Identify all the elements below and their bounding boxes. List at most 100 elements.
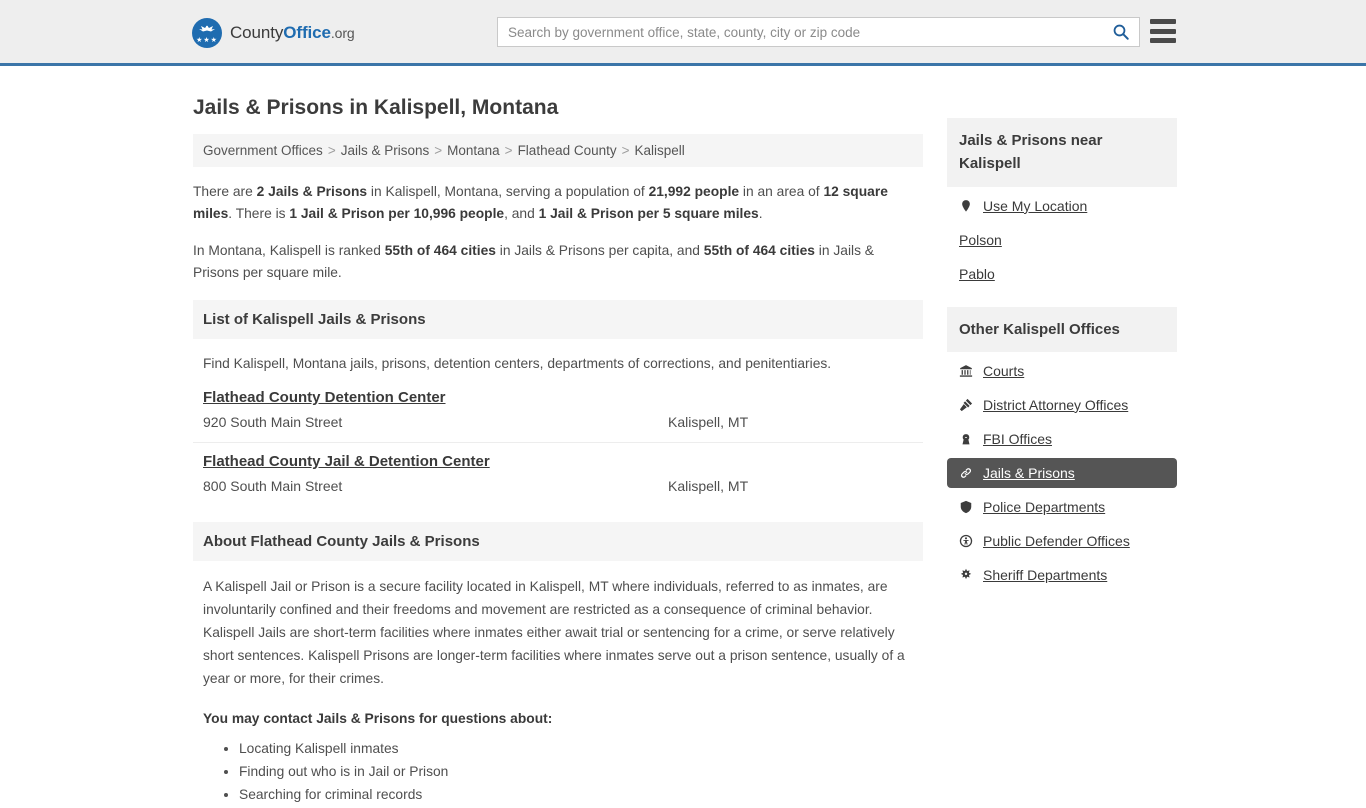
search-button[interactable] [1103,18,1139,46]
sidebar-other-list: Courts District Attorney Offices FBI Offic… [947,356,1177,590]
map-pin-icon [959,199,979,213]
breadcrumb: Government Offices > Jails & Prisons > Monta… [193,134,923,167]
logo-text-part3: .org [330,25,355,41]
sidebar-near-item-label[interactable]: Pablo [959,266,995,282]
sidebar-office-item[interactable]: FBI Offices [947,424,1177,454]
contact-list-item: Searching for criminal records [239,784,913,806]
intro-p1-text: in an area of [739,184,824,199]
search-icon [1113,24,1129,40]
about-section-body: A Kalispell Jail or Prison is a secure f… [193,561,923,807]
content-container: Jails & Prisons in Kalispell, Montana Go… [193,66,1177,808]
page-title: Jails & Prisons in Kalispell, Montana [193,96,559,119]
hamburger-menu-icon[interactable] [1150,19,1176,43]
chain-link-icon [960,467,972,478]
intro-p1-emphasis: 21,992 people [648,184,740,199]
site-logo[interactable]: ★★★ CountyOffice.org [192,18,355,48]
breadcrumb-separator: > [504,143,513,158]
sidebar-office-item-label[interactable]: Sheriff Departments [983,567,1107,583]
intro-p1-text: There are [193,184,257,199]
sidebar-near-item-label[interactable]: Polson [959,232,1002,248]
courthouse-icon [959,364,979,378]
listing-detail-row: 800 South Main Street Kalispell, MT [203,478,913,494]
sidebar-office-item[interactable]: Jails & Prisons [947,457,1177,488]
sidebar-office-item[interactable]: Public Defender Offices [947,526,1177,556]
sidebar-office-item-label[interactable]: District Attorney Offices [983,397,1128,413]
sidebar: Jails & Prisons near Kalispell Use My Lo… [947,84,1177,808]
intro-p2-emphasis: 55th of 464 cities [703,242,815,258]
breadcrumb-item[interactable]: Government Offices [203,143,323,158]
search-input[interactable] [498,18,1103,46]
eagle-seal-icon: ★★★ [192,18,222,48]
about-section-heading: About Flathead County Jails & Prisons [193,521,923,561]
listing-name-link[interactable]: Flathead County Jail & Detention Center [203,453,490,470]
listing-address: 920 South Main Street [203,413,343,430]
sidebar-near-item[interactable]: Polson [947,225,1177,255]
main-column: Jails & Prisons in Kalispell, Montana Go… [193,84,923,808]
breadcrumb-item[interactable]: Jails & Prisons [341,143,430,158]
intro-block: There are 2 Jails & Prisons in Kalispell… [193,181,923,284]
sheriff-star-icon [959,568,979,582]
sidebar-near-item[interactable]: Use My Location [947,191,1177,221]
intro-p1-text: . [758,206,763,222]
gavel-icon [959,398,979,412]
listing-detail-row: 920 South Main Street Kalispell, MT [203,414,913,430]
sidebar-near-item[interactable]: Pablo [947,259,1177,289]
person-circle-icon [959,534,973,547]
breadcrumb-separator: > [327,143,336,158]
sidebar-office-item-label[interactable]: FBI Offices [983,431,1052,447]
stars-glyph: ★★★ [196,37,218,44]
list-section-heading: List of Kalispell Jails & Prisons [193,300,923,340]
listing-row: Flathead County Detention Center 920 Sout… [193,379,923,443]
sidebar-office-item-label[interactable]: Courts [983,363,1024,379]
hamburger-bar-3 [1150,38,1176,43]
contact-list-item: Locating Kalispell inmates [239,738,913,760]
page-body: Jails & Prisons in Kalispell, Montana Go… [0,66,1366,808]
search-bar[interactable] [497,17,1140,47]
intro-p1-text: , and [504,206,539,222]
sidebar-office-item[interactable]: District Attorney Offices [947,390,1177,420]
intro-paragraph-1: There are 2 Jails & Prisons in Kalispell… [193,181,923,226]
sidebar-office-item[interactable]: Sheriff Departments [947,560,1177,590]
sidebar-office-item-label[interactable]: Police Departments [983,499,1105,515]
about-paragraph: A Kalispell Jail or Prison is a secure f… [203,578,905,687]
breadcrumb-item[interactable]: Montana [447,143,500,158]
intro-p2-text: in Jails & Prisons per capita, and [495,242,704,258]
fbi-badge-icon [962,432,970,445]
person-circle-icon [959,534,979,548]
intro-p1-text: . There is [228,206,290,222]
site-header: ★★★ CountyOffice.org [0,0,1366,66]
intro-p2-emphasis: 55th of 464 cities [384,242,496,258]
sidebar-near-heading: Jails & Prisons near Kalispell [947,118,1177,187]
map-pin-icon [962,199,970,212]
sidebar-office-item[interactable]: Police Departments [947,492,1177,522]
sidebar-near-item-label[interactable]: Use My Location [983,198,1087,214]
gavel-icon [959,398,973,411]
eagle-glyph [199,25,215,32]
listing-name-link[interactable]: Flathead County Detention Center [203,389,446,406]
intro-paragraph-2: In Montana, Kalispell is ranked 55th of … [193,240,923,285]
shield-icon [959,500,979,514]
breadcrumb-separator: > [434,143,443,158]
sidebar-near-list: Use My Location Polson Pablo [947,191,1177,289]
sidebar-office-item-label[interactable]: Jails & Prisons [983,465,1075,481]
sidebar-office-item[interactable]: Courts [947,356,1177,386]
listing-city: Kalispell, MT [668,477,749,494]
breadcrumb-separator: > [621,143,630,158]
breadcrumb-item[interactable]: Flathead County [518,143,617,158]
hamburger-bar-2 [1150,28,1176,34]
listing-city: Kalispell, MT [668,413,749,430]
courthouse-icon [959,364,973,377]
about-contact-lead: You may contact Jails & Prisons for ques… [203,710,553,726]
sidebar-office-item-label[interactable]: Public Defender Offices [983,533,1130,549]
sheriff-star-icon [960,568,972,579]
list-section-subtitle: Find Kalispell, Montana jails, prisons, … [203,356,832,372]
intro-p2-text: In Montana, Kalispell is ranked [193,242,385,258]
breadcrumb-item[interactable]: Kalispell [635,143,685,158]
hamburger-bar-1 [1150,19,1176,24]
sidebar-other-heading: Other Kalispell Offices [947,306,1177,352]
intro-p1-emphasis: 1 Jail & Prison per 5 square miles [538,206,759,222]
logo-text-part1: County [230,23,284,42]
listing-row: Flathead County Jail & Detention Center 8… [193,443,923,506]
intro-p1-text: in Kalispell, Montana, serving a populat… [367,184,649,199]
contact-list-item: Finding out who is in Jail or Prison [239,761,913,783]
